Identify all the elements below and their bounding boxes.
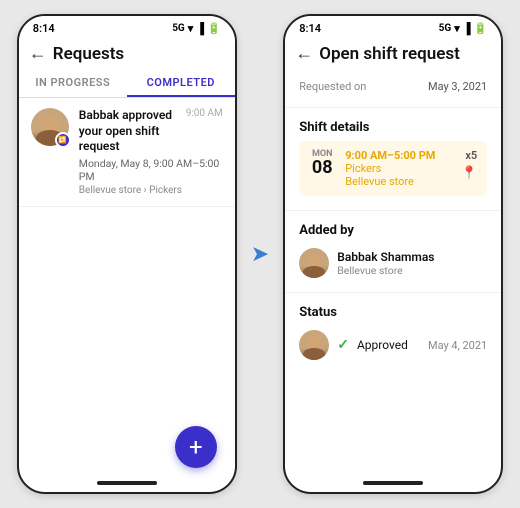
- check-icon: ✓: [337, 337, 349, 353]
- page-title-1: Requests: [53, 44, 124, 64]
- shift-info-col: 9:00 AM–5:00 PM Pickers Bellevue store: [345, 149, 451, 188]
- status-text: Approved: [357, 338, 420, 352]
- badge-icon: 🔁: [58, 136, 67, 144]
- requested-on-section: Requested on May 3, 2021: [285, 68, 501, 103]
- signal-bars-icon-2: ▐: [463, 22, 471, 35]
- added-by-name: Babbak Shammas: [337, 250, 434, 264]
- added-by-store: Bellevue store: [337, 264, 434, 277]
- divider-3: [285, 292, 501, 293]
- shift-time: 9:00 AM–5:00 PM: [345, 149, 451, 162]
- phone-2: 8:14 5G ▾ ▐ 🔋 ← Open shift request Reque…: [283, 14, 503, 494]
- shift-card: MON 08 9:00 AM–5:00 PM Pickers Bellevue …: [299, 141, 487, 196]
- nav-header-1: ← Requests: [19, 37, 235, 68]
- shift-details-title: Shift details: [299, 120, 487, 135]
- notif-title: Babbak approved your open shift request: [79, 108, 180, 155]
- fab-button[interactable]: +: [175, 426, 217, 468]
- added-by-info: Babbak Shammas Bellevue store: [337, 250, 434, 277]
- signal-1: 5G: [172, 23, 185, 34]
- status-icons-2: 5G ▾ ▐ 🔋: [439, 22, 488, 35]
- shift-meta-col: x5 📍: [461, 149, 477, 181]
- wifi-icon: ▾: [188, 22, 194, 35]
- page-title-2: Open shift request: [319, 44, 460, 64]
- wifi-icon-2: ▾: [454, 22, 460, 35]
- phone-1: 8:14 5G ▾ ▐ 🔋 ← Requests IN PROGRESS COM…: [17, 14, 237, 494]
- notif-row: Babbak approved your open shift request …: [79, 108, 223, 155]
- added-by-row: Babbak Shammas Bellevue store: [299, 244, 487, 282]
- status-section: Status ✓ Approved May 4, 2021: [285, 297, 501, 370]
- status-bar-1: 8:14 5G ▾ ▐ 🔋: [19, 16, 235, 37]
- notif-content: Babbak approved your open shift request …: [79, 108, 223, 196]
- shift-role: Pickers: [345, 162, 451, 175]
- phones-wrapper: 8:14 5G ▾ ▐ 🔋 ← Requests IN PROGRESS COM…: [17, 14, 503, 494]
- status-title: Status: [299, 305, 487, 320]
- status-row: ✓ Approved May 4, 2021: [299, 326, 487, 364]
- requested-on-value: May 3, 2021: [428, 80, 487, 93]
- tab-in-progress[interactable]: IN PROGRESS: [19, 68, 127, 97]
- right-arrow-icon: ➤: [251, 242, 269, 267]
- shift-details-section: Shift details MON 08 9:00 AM–5:00 PM Pic…: [285, 112, 501, 206]
- back-button-1[interactable]: ←: [29, 43, 47, 64]
- location-icon: 📍: [461, 166, 477, 181]
- battery-icon-2: 🔋: [474, 22, 488, 35]
- tab-completed[interactable]: COMPLETED: [127, 68, 235, 97]
- nav-header-2: ← Open shift request: [285, 37, 501, 68]
- divider-2: [285, 210, 501, 211]
- requested-on-label: Requested on: [299, 80, 366, 93]
- added-by-section: Added by Babbak Shammas Bellevue store: [285, 215, 501, 288]
- tabs-1: IN PROGRESS COMPLETED: [19, 68, 235, 98]
- home-indicator-2: [363, 481, 423, 485]
- status-avatar: [299, 330, 329, 360]
- notif-subtitle: Monday, May 8, 9:00 AM–5:00 PM: [79, 157, 223, 184]
- back-button-2[interactable]: ←: [295, 43, 313, 64]
- notif-time: 9:00 AM: [186, 108, 223, 119]
- shift-store: Bellevue store: [345, 175, 451, 188]
- battery-icon: 🔋: [207, 22, 221, 35]
- requested-on-row: Requested on May 3, 2021: [299, 76, 487, 97]
- time-2: 8:14: [299, 22, 321, 35]
- divider-1: [285, 107, 501, 108]
- avatar-wrapper: 🔁: [31, 108, 69, 146]
- arrow-connector: ➤: [251, 242, 269, 267]
- added-by-title: Added by: [299, 223, 487, 238]
- badge: 🔁: [55, 132, 71, 148]
- status-date: May 4, 2021: [428, 339, 487, 352]
- status-icons-1: 5G ▾ ▐ 🔋: [172, 22, 221, 35]
- shift-day-num: 08: [309, 159, 335, 177]
- shift-date-col: MON 08: [309, 149, 335, 177]
- signal-bars-icon: ▐: [196, 22, 204, 35]
- signal-2: 5G: [439, 23, 452, 34]
- home-indicator-1: [97, 481, 157, 485]
- notif-store: Bellevue store › Pickers: [79, 185, 223, 196]
- status-bar-2: 8:14 5G ▾ ▐ 🔋: [285, 16, 501, 37]
- added-by-avatar: [299, 248, 329, 278]
- shift-count: x5: [465, 149, 477, 162]
- notification-item[interactable]: 🔁 Babbak approved your open shift reques…: [19, 98, 235, 207]
- time-1: 8:14: [33, 22, 55, 35]
